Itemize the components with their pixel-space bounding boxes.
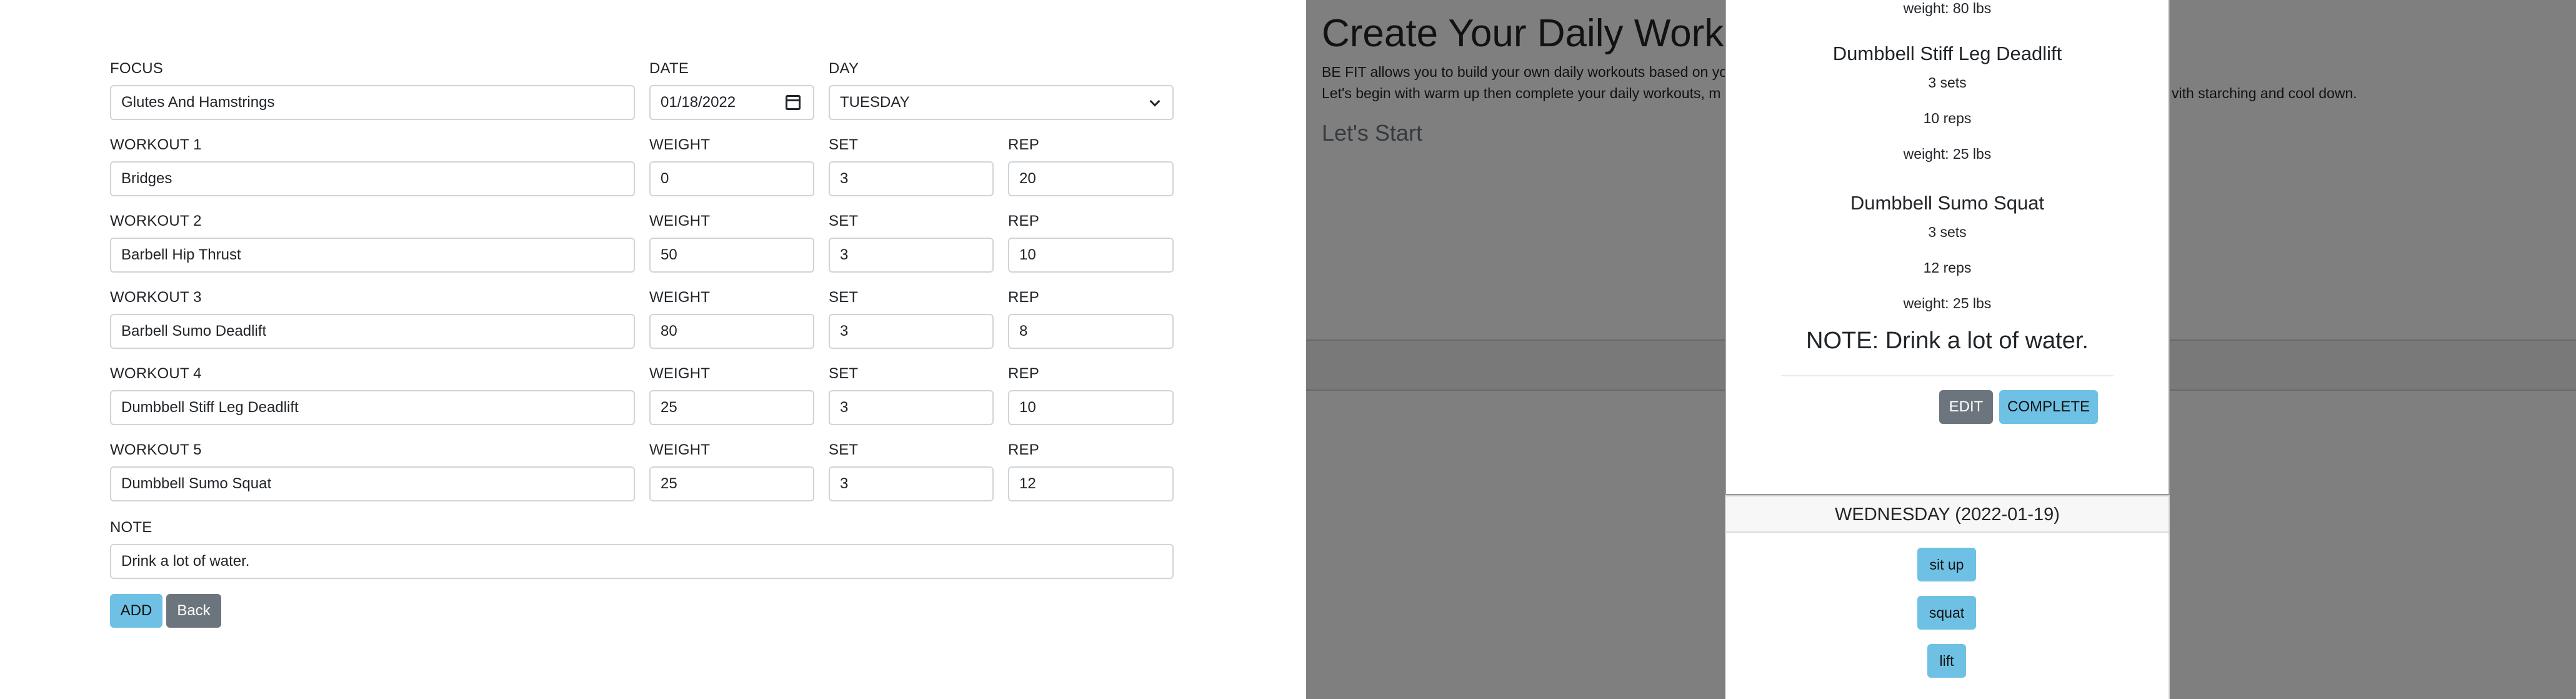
set-label: SET: [829, 441, 859, 458]
exercise-weight: weight: 80 lbs: [1903, 0, 1992, 16]
rep-label: REP: [1008, 365, 1039, 382]
workout-name-input[interactable]: Barbell Sumo Deadlift: [110, 314, 635, 349]
set-label: SET: [829, 213, 859, 229]
set-input[interactable]: 3: [829, 390, 994, 425]
modal-divider: [1781, 375, 2114, 376]
weight-input[interactable]: 25: [649, 466, 814, 501]
rep-input[interactable]: 10: [1008, 390, 1174, 425]
set-label: SET: [829, 289, 859, 306]
rep-input[interactable]: 20: [1008, 161, 1174, 196]
workout-name-input[interactable]: Dumbbell Stiff Leg Deadlift: [110, 390, 635, 425]
exercise-weight: weight: 25 lbs: [1903, 146, 1992, 162]
workout-label: WORKOUT 2: [110, 213, 202, 229]
exercise-reps: 10 reps: [1923, 110, 1972, 126]
workout-pill[interactable]: squat: [1917, 596, 1976, 630]
exercise-name: Dumbbell Stiff Leg Deadlift: [1832, 43, 2062, 64]
calendar-icon[interactable]: [786, 95, 801, 110]
exercise-name: Dumbbell Sumo Squat: [1850, 192, 2045, 214]
workout-label: WORKOUT 1: [110, 136, 202, 153]
workout-name-input[interactable]: Bridges: [110, 161, 635, 196]
rep-label: REP: [1008, 441, 1039, 458]
set-input[interactable]: 3: [829, 314, 994, 349]
rep-label: REP: [1008, 136, 1039, 153]
weight-input[interactable]: 50: [649, 238, 814, 273]
workout-pill[interactable]: lift: [1927, 644, 1966, 678]
set-label: SET: [829, 365, 859, 382]
rep-input[interactable]: 8: [1008, 314, 1174, 349]
rep-label: REP: [1008, 213, 1039, 229]
day-label: DAY: [829, 60, 859, 77]
focus-input[interactable]: Glutes And Hamstrings: [110, 85, 635, 120]
weight-input[interactable]: 25: [649, 390, 814, 425]
day-select[interactable]: TUESDAY: [829, 85, 1174, 120]
weight-label: WEIGHT: [649, 213, 711, 229]
focus-label: FOCUS: [110, 60, 163, 77]
set-input[interactable]: 3: [829, 466, 994, 501]
exercise-weight: weight: 25 lbs: [1903, 295, 1992, 311]
weight-input[interactable]: 0: [649, 161, 814, 196]
set-label: SET: [829, 136, 859, 153]
workout-label: WORKOUT 5: [110, 441, 202, 458]
weight-label: WEIGHT: [649, 289, 711, 306]
set-input[interactable]: 3: [829, 161, 994, 196]
rep-label: REP: [1008, 289, 1039, 306]
note-label: NOTE: [110, 519, 152, 536]
exercise-sets: 3 sets: [1928, 74, 1967, 91]
rep-input[interactable]: 10: [1008, 238, 1174, 273]
back-button[interactable]: Back: [166, 594, 221, 628]
workout-note: NOTE: Drink a lot of water.: [1806, 328, 2089, 354]
complete-button[interactable]: COMPLETE: [1999, 390, 2098, 424]
workout-form: FOCUS Glutes And Hamstrings DATE 01/18/2…: [0, 0, 1306, 699]
add-button[interactable]: ADD: [110, 594, 162, 628]
edit-button[interactable]: EDIT: [1939, 390, 1993, 424]
workout-name-input[interactable]: Dumbbell Sumo Squat: [110, 466, 635, 501]
exercise-reps: 12 reps: [1923, 259, 1972, 276]
weight-label: WEIGHT: [649, 441, 711, 458]
workout-label: WORKOUT 3: [110, 289, 202, 306]
date-label: DATE: [649, 60, 689, 77]
exercise-sets: 3 sets: [1928, 224, 1967, 240]
weight-label: WEIGHT: [649, 136, 711, 153]
rep-input[interactable]: 12: [1008, 466, 1174, 501]
note-input[interactable]: Drink a lot of water.: [110, 544, 1174, 579]
weight-label: WEIGHT: [649, 365, 711, 382]
weight-input[interactable]: 80: [649, 314, 814, 349]
date-input[interactable]: 01/18/2022: [649, 85, 814, 120]
chevron-down-icon: [1149, 96, 1161, 107]
workout-label: WORKOUT 4: [110, 365, 202, 382]
set-input[interactable]: 3: [829, 238, 994, 273]
day-card-title: WEDNESDAY (2022-01-19): [1726, 496, 2169, 533]
workout-pill[interactable]: sit up: [1917, 548, 1976, 581]
workout-name-input[interactable]: Barbell Hip Thrust: [110, 238, 635, 273]
